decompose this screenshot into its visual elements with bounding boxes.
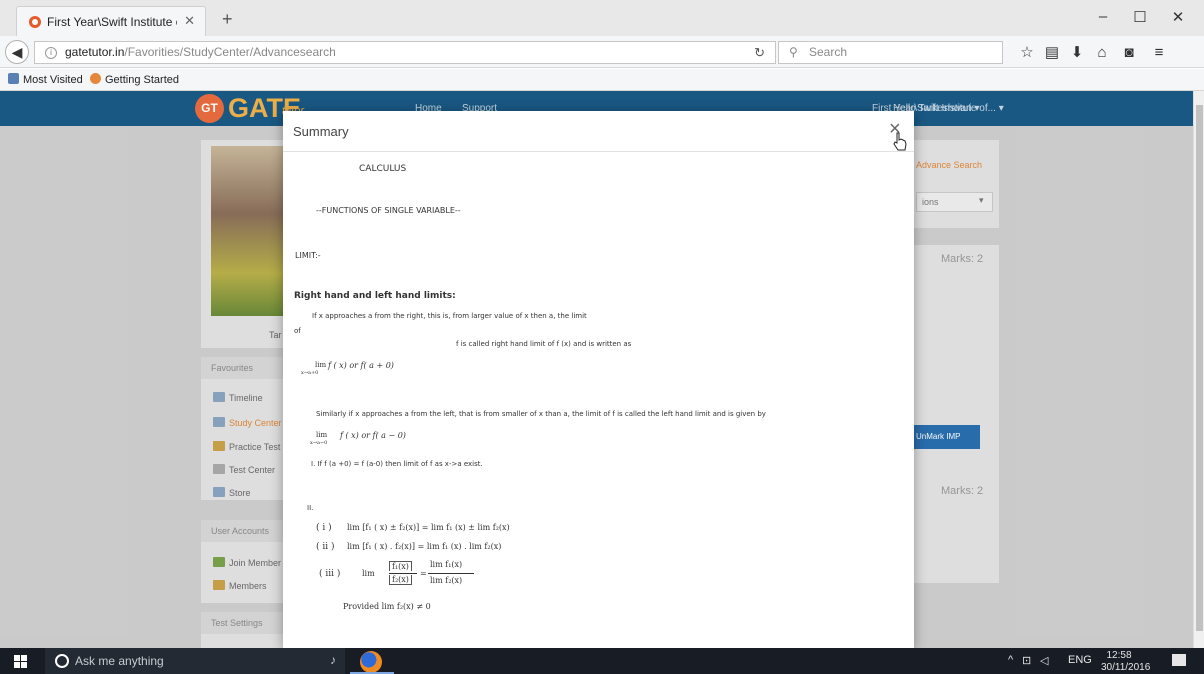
- search-icon: ⚲: [789, 45, 798, 59]
- scrollbar-thumb[interactable]: [1196, 105, 1203, 631]
- network-icon[interactable]: ⊡: [1022, 654, 1031, 667]
- tab-bar: First Year\Swift Institute of... ✕ + – ☐…: [0, 0, 1204, 36]
- section-heading: Right hand and left hand limits:: [294, 291, 456, 301]
- paragraph-2: Similarly if x approaches a from the lef…: [316, 410, 766, 418]
- hand-cursor-icon: [893, 132, 907, 151]
- paragraph-1: If x approaches a from the right, this i…: [312, 312, 587, 320]
- volume-icon[interactable]: ◁: [1040, 654, 1048, 667]
- back-arrow-icon: ◀: [11, 44, 23, 60]
- limit-heading: LIMIT:-: [295, 251, 321, 260]
- fraction-bar: [428, 573, 474, 574]
- paragraph-1-of: of: [294, 327, 301, 335]
- formula-1-index: ( i ): [316, 523, 332, 533]
- lhl-expression: f ( x) or f( a − 0): [340, 431, 406, 440]
- search-input[interactable]: ⚲ Search: [778, 41, 1003, 64]
- rule-1: I. If f (a +0) = f (a-0) then limit of f…: [311, 460, 483, 468]
- formula-3-rhs-numerator: lim f₁(x): [430, 560, 463, 569]
- site-info-icon[interactable]: i: [45, 47, 57, 59]
- tray-expand-icon[interactable]: ^: [1008, 654, 1013, 666]
- back-button[interactable]: ◀: [5, 40, 29, 64]
- formula-1: lim [f₁ ( x) ± f₂(x)] = lim f₁ (x) ± lim…: [347, 523, 510, 532]
- url-path: /Favorities/StudyCenter/Advancesearch: [124, 45, 336, 59]
- fraction-bar: [389, 573, 417, 574]
- home-icon[interactable]: ⌂: [1093, 45, 1111, 60]
- clock[interactable]: 12:58 30/11/2016: [1101, 650, 1151, 674]
- modal-title: Summary: [293, 124, 349, 139]
- bookmarks-toolbar: Most Visited Getting Started: [0, 69, 1204, 91]
- cortana-placeholder: Ask me anything: [75, 654, 164, 668]
- url-host: gatetutor.in: [65, 45, 125, 59]
- browser-tab[interactable]: First Year\Swift Institute of... ✕: [16, 6, 206, 36]
- rhl-expression: f ( x) or f( a + 0): [328, 361, 394, 370]
- navigation-toolbar: ◀ i gatetutor.in/Favorities/StudyCenter/…: [0, 36, 1204, 68]
- language-indicator[interactable]: ENG: [1068, 654, 1092, 666]
- downloads-icon[interactable]: ⬇: [1068, 45, 1086, 60]
- new-tab-button[interactable]: +: [222, 10, 233, 28]
- page-scrollbar[interactable]: [1193, 91, 1204, 648]
- tab-title: First Year\Swift Institute of...: [47, 15, 177, 29]
- lhl-lim: lim: [316, 431, 328, 439]
- formula-3-lim: lim: [362, 569, 375, 578]
- page-viewport: GT GATE tutor Home Support First Year\Sw…: [0, 91, 1193, 648]
- formula-3-numerator: f₁(x): [389, 561, 412, 571]
- formula-3-denominator: f₂(x): [389, 575, 412, 585]
- firefox-icon: [90, 73, 101, 84]
- formula-3-rhs-denominator: lim f₂(x): [430, 576, 463, 585]
- site-favicon-icon: [29, 16, 41, 28]
- action-center-icon[interactable]: [1172, 654, 1186, 666]
- modal-header: Summary ×: [283, 111, 914, 152]
- folder-icon: [8, 73, 19, 84]
- provided-condition: Provided lim f₂(x) ≠ 0: [343, 602, 431, 611]
- windows-start-icon[interactable]: [14, 655, 28, 668]
- clock-date: 30/11/2016: [1101, 662, 1151, 673]
- cortana-icon: [55, 654, 69, 668]
- window-close-button[interactable]: ✕: [1168, 8, 1188, 26]
- window-maximize-button[interactable]: ☐: [1130, 8, 1150, 26]
- window-minimize-button[interactable]: –: [1093, 8, 1113, 25]
- rhl-lim: lim: [315, 361, 327, 369]
- firefox-taskbar-icon[interactable]: [360, 651, 382, 673]
- pocket-icon[interactable]: ◙: [1120, 45, 1138, 60]
- tab-close-icon[interactable]: ✕: [184, 13, 195, 29]
- bookmark-label: Getting Started: [105, 74, 179, 86]
- summary-modal: Summary × CALCULUS --FUNCTIONS OF SINGLE…: [283, 111, 914, 648]
- clock-time: 12:58: [1106, 650, 1132, 661]
- url-bar[interactable]: i gatetutor.in/Favorities/StudyCenter/Ad…: [34, 41, 776, 64]
- formula-2: lim [f₁ ( x) . f₂(x)] = lim f₁ (x) . lim…: [347, 542, 502, 551]
- bookmark-getting-started[interactable]: Getting Started: [90, 73, 179, 86]
- bookmark-most-visited[interactable]: Most Visited: [8, 73, 83, 86]
- content-heading: CALCULUS: [359, 164, 407, 174]
- rule-2: II.: [307, 504, 314, 512]
- search-placeholder: Search: [809, 45, 848, 59]
- formula-3-index: ( iii ): [319, 569, 341, 579]
- paragraph-1b: f is called right hand limit of f (x) an…: [456, 340, 632, 348]
- lhl-sub: x→a−0: [310, 440, 328, 446]
- menu-icon[interactable]: ≡: [1150, 45, 1168, 60]
- bookmark-star-icon[interactable]: ☆: [1018, 45, 1036, 60]
- cortana-search-box[interactable]: Ask me anything ♪: [45, 648, 345, 674]
- reading-list-icon[interactable]: ▤: [1043, 45, 1061, 60]
- bookmark-label: Most Visited: [23, 74, 83, 86]
- formula-3-equals: =: [420, 569, 427, 578]
- rhl-sub: x→a+0: [301, 370, 319, 376]
- windows-taskbar: Ask me anything ♪ ^ ⊡ ◁ ENG 12:58 30/11/…: [0, 648, 1204, 674]
- content-subheading: --FUNCTIONS OF SINGLE VARIABLE--: [316, 206, 461, 215]
- formula-2-index: ( ii ): [316, 542, 335, 552]
- reload-icon[interactable]: ↻: [754, 42, 765, 63]
- microphone-icon[interactable]: ♪: [330, 653, 336, 667]
